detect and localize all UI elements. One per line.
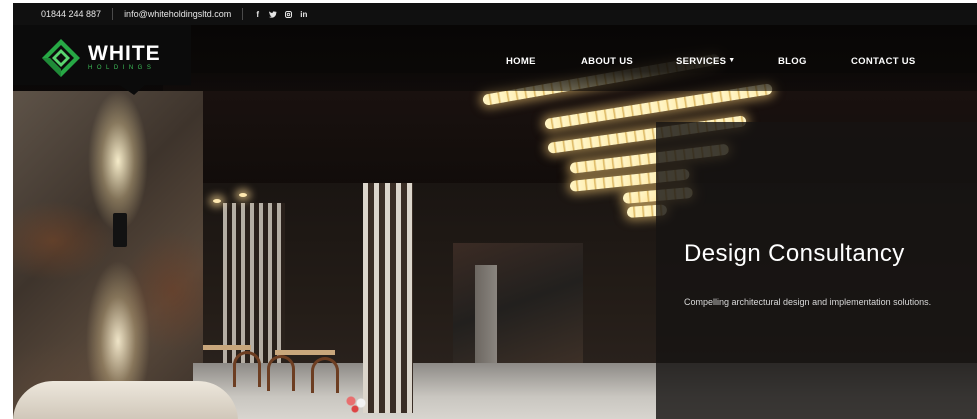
instagram-icon[interactable] <box>285 10 293 18</box>
contact-topbar: 01844 244 887 info@whiteholdingsltd.com … <box>13 3 977 25</box>
social-links: f in <box>254 10 307 19</box>
nav-about-us[interactable]: ABOUT US <box>581 56 633 67</box>
main-navigation: HOME ABOUT US SERVICES ▼ BLOG CONTACT US <box>13 56 977 70</box>
email-link[interactable]: info@whiteholdingsltd.com <box>124 9 231 19</box>
nav-blog[interactable]: BLOG <box>778 56 807 67</box>
phone-number[interactable]: 01844 244 887 <box>41 9 101 19</box>
nav-services-label: SERVICES <box>676 56 727 67</box>
website-frame: Design Consultancy Compelling architectu… <box>13 3 977 419</box>
twitter-icon[interactable] <box>269 10 278 18</box>
nav-contact-us[interactable]: CONTACT US <box>851 56 916 67</box>
chevron-down-icon: ▼ <box>728 57 736 64</box>
facebook-icon[interactable]: f <box>254 10 261 19</box>
nav-services[interactable]: SERVICES ▼ <box>676 56 736 67</box>
hero-caption-box: Design Consultancy Compelling architectu… <box>656 122 977 419</box>
hero-title: Design Consultancy <box>684 240 905 267</box>
nav-home[interactable]: HOME <box>506 56 536 67</box>
hero-description: Compelling architectural design and impl… <box>684 297 932 307</box>
topbar-divider <box>112 8 114 20</box>
linkedin-icon[interactable]: in <box>300 10 307 19</box>
topbar-divider <box>242 8 244 20</box>
